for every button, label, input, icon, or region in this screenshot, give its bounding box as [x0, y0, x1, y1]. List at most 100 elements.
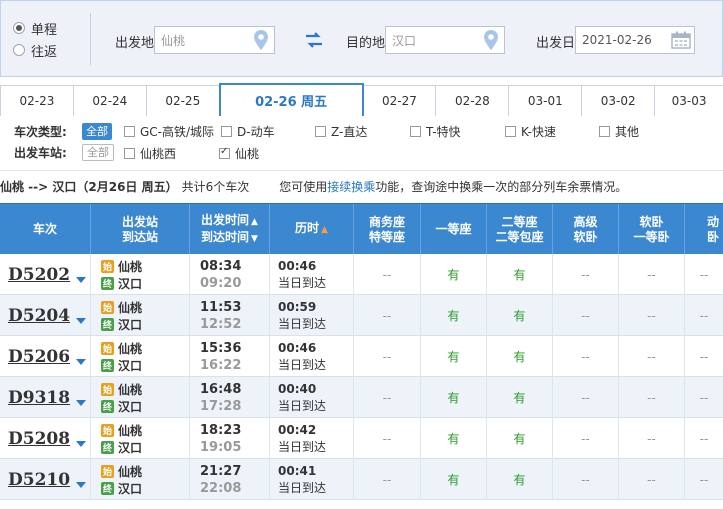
second-class-seat[interactable]: 有	[487, 418, 553, 459]
trip-type-group: 单程 往返	[13, 17, 83, 61]
second-class-seat[interactable]: 有	[487, 459, 553, 500]
header-dep-time[interactable]: 出发时间 ▲	[201, 213, 258, 230]
filter-other[interactable]: 其他	[599, 123, 639, 140]
to-station[interactable]: 汉口	[118, 316, 142, 333]
sort-up-icon[interactable]: ▲	[321, 225, 328, 235]
header-train-label: 车次	[32, 222, 57, 236]
sort-down-icon[interactable]: ▼	[251, 234, 258, 244]
checkbox[interactable]	[315, 126, 326, 137]
header-first: 一等座	[421, 204, 487, 255]
first-class-seat[interactable]: 有	[421, 295, 487, 336]
checkbox[interactable]	[599, 126, 610, 137]
radio-roundtrip[interactable]	[13, 44, 25, 56]
to-station[interactable]: 汉口	[118, 398, 142, 415]
date-tab[interactable]: 02-25	[145, 85, 220, 116]
train-number-link[interactable]: D5202	[8, 265, 70, 285]
end-station-icon: 终	[101, 399, 114, 413]
filter-t[interactable]: T-特快	[410, 123, 461, 140]
checkbox[interactable]	[124, 126, 135, 137]
from-station[interactable]: 仙桃	[118, 340, 142, 357]
chevron-down-icon[interactable]	[76, 399, 87, 406]
sort-up-icon[interactable]: ▲	[251, 217, 258, 227]
from-station[interactable]: 仙桃	[118, 258, 142, 275]
second-class-seat[interactable]: 有	[487, 377, 553, 418]
first-class-seat[interactable]: 有	[421, 377, 487, 418]
trip-type-oneway[interactable]: 单程	[13, 17, 83, 39]
from-station[interactable]: 仙桃	[118, 381, 142, 398]
first-class-seat[interactable]: 有	[421, 459, 487, 500]
date-tab[interactable]: 02-24	[72, 85, 147, 116]
header-duration-wrap: 历时 ▲	[295, 221, 328, 238]
location-pin-icon[interactable]	[478, 27, 504, 53]
to-field[interactable]: 汉口	[385, 26, 505, 54]
chevron-down-icon[interactable]	[76, 276, 87, 283]
chevron-down-icon[interactable]	[76, 317, 87, 324]
to-station[interactable]: 汉口	[118, 275, 142, 292]
trip-type-roundtrip-label: 往返	[31, 44, 58, 60]
from-station[interactable]: 仙桃	[118, 422, 142, 439]
to-station-line: 终汉口	[101, 275, 142, 292]
filter-d[interactable]: D-动车	[221, 123, 275, 140]
radio-oneway[interactable]	[13, 22, 25, 34]
date-field[interactable]: 2021-02-26	[575, 26, 695, 54]
from-field[interactable]: 仙桃	[154, 26, 275, 54]
date-tab-active[interactable]: 02-26 周五	[218, 83, 364, 116]
checkbox[interactable]	[124, 148, 135, 159]
train-number-link[interactable]: D9318	[8, 388, 70, 408]
to-station[interactable]: 汉口	[118, 439, 142, 456]
filter-k[interactable]: K-快速	[505, 123, 556, 140]
chevron-down-icon[interactable]	[76, 481, 87, 488]
filter-z[interactable]: Z-直达	[315, 123, 367, 140]
date-tab[interactable]: 03-01	[508, 85, 583, 116]
first-class-seat[interactable]: 有	[421, 336, 487, 377]
from-station-line: 始仙桃	[101, 463, 142, 480]
location-pin-icon[interactable]	[248, 27, 274, 53]
header-time[interactable]: 出发时间 ▲ 到达时间 ▼	[190, 204, 270, 255]
second-class-seat[interactable]: 有	[487, 254, 553, 295]
first-class-seat[interactable]: 有	[421, 418, 487, 459]
calendar-icon[interactable]	[668, 27, 694, 53]
date-tab[interactable]: 02-28	[435, 85, 510, 116]
header-arr-time[interactable]: 到达时间 ▼	[201, 230, 258, 247]
from-station[interactable]: 仙桃	[118, 299, 142, 316]
filter-station-xiantaoxi[interactable]: 仙桃西	[124, 145, 176, 162]
train-number-link[interactable]: D5210	[8, 470, 70, 490]
train-type-all-button[interactable]: 全部	[82, 122, 112, 140]
chevron-down-icon[interactable]	[76, 358, 87, 365]
checkbox-checked[interactable]	[219, 146, 230, 159]
swap-icon[interactable]	[304, 31, 324, 49]
start-station-icon: 始	[101, 300, 114, 314]
date-tab[interactable]: 02-27	[362, 85, 437, 116]
transfer-link[interactable]: 接续换乘	[327, 178, 375, 195]
second-class-seat[interactable]: 有	[487, 295, 553, 336]
header-dep-label: 出发时间	[201, 212, 250, 227]
to-station[interactable]: 汉口	[118, 357, 142, 374]
train-number-link[interactable]: D5204	[8, 306, 70, 326]
checkbox[interactable]	[505, 126, 516, 137]
filter-station-label: 仙桃西	[140, 147, 177, 161]
to-station[interactable]: 汉口	[118, 480, 142, 497]
time-cell: 16:48 17:28	[190, 377, 270, 418]
filter-d-label: D-动车	[237, 125, 275, 139]
checkbox[interactable]	[410, 126, 421, 137]
date-value: 2021-02-26	[582, 33, 652, 47]
station-cell: 始仙桃 终汉口	[91, 336, 190, 377]
train-number-link[interactable]: D5208	[8, 429, 70, 449]
trip-type-roundtrip[interactable]: 往返	[13, 39, 83, 61]
train-number-link[interactable]: D5206	[8, 347, 70, 367]
checkbox[interactable]	[221, 126, 232, 137]
station-all-button[interactable]: 全部	[82, 143, 114, 161]
first-class-seat[interactable]: 有	[421, 254, 487, 295]
header-business-label: 商务座	[368, 214, 405, 229]
from-station[interactable]: 仙桃	[118, 463, 142, 480]
chevron-down-icon[interactable]	[76, 440, 87, 447]
filter-gc[interactable]: GC-高铁/城际	[124, 123, 214, 140]
business-seat: --	[354, 377, 421, 418]
soft-sleeper: --	[619, 459, 685, 500]
second-class-seat[interactable]: 有	[487, 336, 553, 377]
date-tab[interactable]: 02-23	[0, 85, 74, 116]
date-tab[interactable]: 03-02	[581, 85, 656, 116]
filter-station-xiantao[interactable]: 仙桃	[219, 145, 259, 162]
header-duration[interactable]: 历时 ▲	[270, 204, 354, 255]
date-tab[interactable]: 03-03	[654, 85, 723, 116]
